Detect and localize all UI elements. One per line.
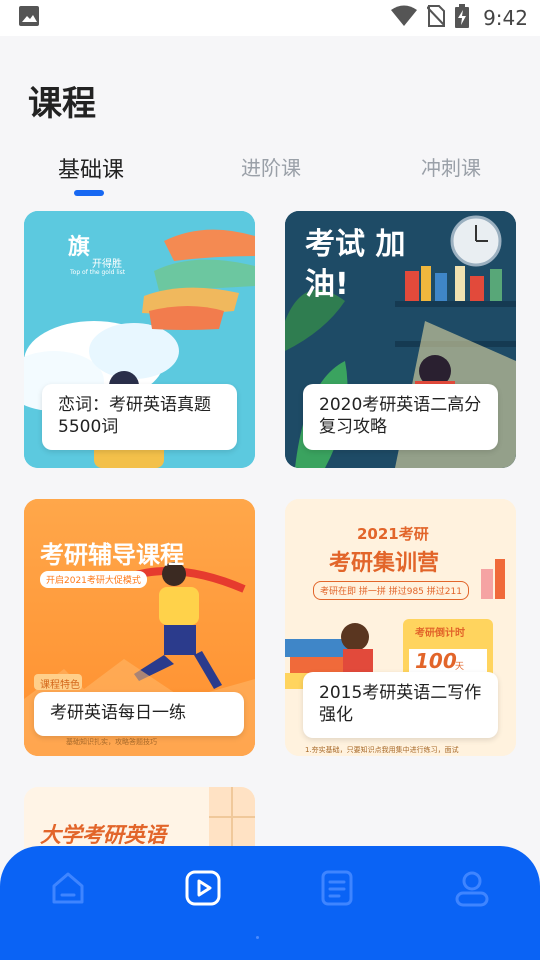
course-title: 2020考研英语二高分复习攻略: [303, 384, 498, 450]
cover-caption: 基础知识扎实，攻略答题技巧: [66, 738, 157, 746]
user-icon: [455, 871, 489, 907]
course-card[interactable]: 考研辅导课程 开启2021考研大促模式 课程特色 基础知识扎实，攻略答题技巧 考…: [24, 499, 255, 756]
cover-headline: 考研集训营: [329, 551, 440, 576]
page-title: 课程: [28, 84, 96, 124]
document-icon: [321, 870, 353, 906]
cover-caption: 1.夯实基础，只要知识点我用集中进行练习，面试: [305, 746, 459, 754]
course-title: 考研英语每日一练: [34, 692, 244, 736]
cover-headline: 考试 加油!: [305, 227, 406, 302]
tab-sprint[interactable]: 冲刺课: [421, 152, 481, 181]
home-icon: [52, 872, 84, 904]
cover-logo-text: 旗: [68, 235, 91, 260]
course-card[interactable]: 旗 开得胜 Top of the gold list 恋词：考研英语真题5500…: [24, 211, 255, 468]
cover-counter-unit: 天: [455, 662, 465, 672]
clock: 9:42: [483, 6, 528, 30]
cover-headline: 考研辅导课程: [40, 541, 184, 569]
nav-course[interactable]: [181, 866, 225, 910]
tab-bar: 基础课 进阶课 冲刺课: [0, 140, 540, 200]
bottom-navigation: [0, 846, 540, 960]
battery-charging-icon: [455, 4, 470, 32]
tab-advanced[interactable]: 进阶课: [241, 152, 301, 181]
play-icon: [185, 870, 221, 906]
no-sim-icon: [426, 5, 446, 31]
image-icon: [18, 5, 40, 31]
cover-counter-value: 100: [415, 649, 457, 673]
cover-year-text: 2021考研: [357, 525, 429, 543]
wifi-icon: [391, 5, 418, 31]
cover-logo-subtext: 开得胜: [92, 259, 122, 270]
course-title: 恋词：考研英语真题5500词: [42, 384, 237, 450]
course-card[interactable]: 2021考研 考研集训营 考研在即 拼一拼 拼过985 拼过211 考研倒计时 …: [285, 499, 516, 756]
tab-indicator: [74, 190, 104, 196]
cover-subtext: 开启2021考研大促模式: [40, 571, 147, 588]
nav-user[interactable]: [450, 866, 494, 910]
cover-tagline: 考研在即 拼一拼 拼过985 拼过211: [313, 581, 469, 600]
cover-logo-caption: Top of the gold list: [70, 269, 126, 276]
course-card[interactable]: 考试 加油! 2020考研英语二高分复习攻略: [285, 211, 516, 468]
tab-basic[interactable]: 基础课: [58, 152, 124, 184]
gesture-hint: [256, 936, 259, 939]
cover-counter-label: 考研倒计时: [415, 628, 465, 639]
cover-badge: 课程特色: [40, 680, 80, 691]
cover-headline: 大学考研英语: [40, 823, 166, 847]
course-title: 2015考研英语二写作强化: [303, 672, 498, 738]
nav-home[interactable]: [46, 866, 90, 910]
nav-list[interactable]: [315, 866, 359, 910]
status-bar: 9:42: [0, 0, 540, 36]
